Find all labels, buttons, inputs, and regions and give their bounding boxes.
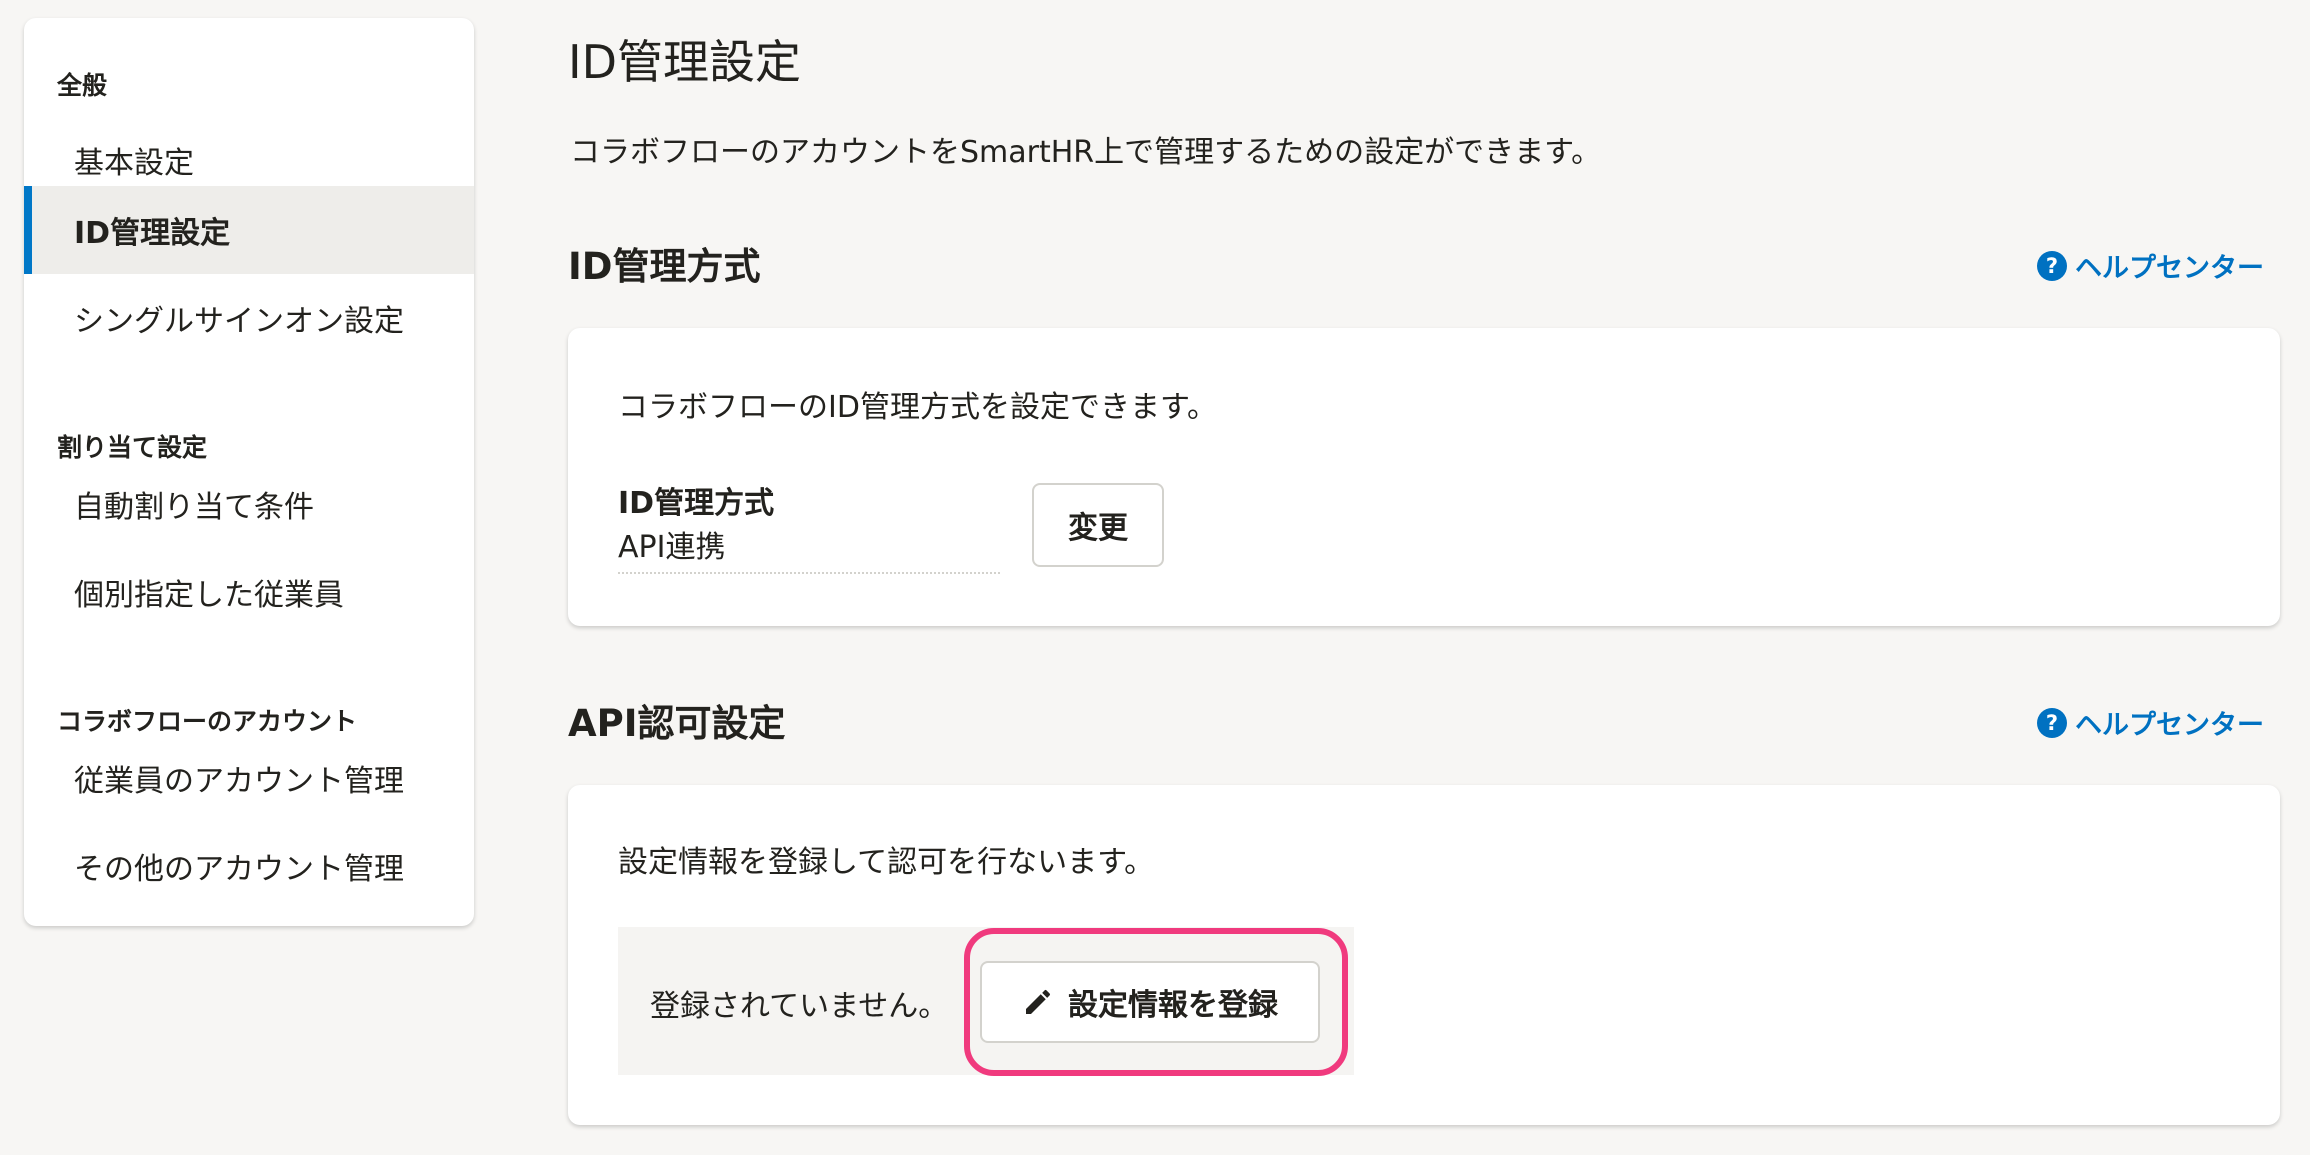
sidebar-group-accounts: コラボフローのアカウント [57,707,358,736]
registration-status-box: 登録されていません。 設定情報を登録 [618,927,1354,1075]
help-center-link[interactable]: ? ヘルプセンター [2037,703,2264,742]
question-circle-icon: ? [2037,250,2067,281]
sidebar-group-assignment: 割り当て設定 [57,433,208,462]
sidebar-group-general: 全般 [57,71,108,100]
change-button[interactable]: 変更 [1032,483,1164,567]
card-description: 設定情報を登録して認可を行ないます。 [618,845,1155,880]
sidebar-item-specified-employees[interactable]: 個別指定した従業員 [24,548,474,636]
id-management-card: コラボフローのID管理方式を設定できます。 ID管理方式 API連携 変更 [568,328,2280,626]
card-description: コラボフローのID管理方式を設定できます。 [618,390,1217,425]
sidebar-item-id-management[interactable]: ID管理設定 [24,186,474,274]
register-settings-label: 設定情報を登録 [1068,988,1278,1023]
sidebar: 全般 基本設定 ID管理設定 シングルサインオン設定 割り当て設定 自動割り当て… [24,18,474,926]
help-center-label: ヘルプセンター [2075,710,2264,741]
section-title-api-authorization: API認可設定 [568,702,786,745]
sidebar-item-employee-accounts[interactable]: 従業員のアカウント管理 [24,734,474,822]
registration-status-text: 登録されていません。 [650,989,949,1024]
field-value-id-method: API連携 [618,522,1000,574]
sidebar-item-other-accounts[interactable]: その他のアカウント管理 [24,822,474,910]
register-settings-button[interactable]: 設定情報を登録 [980,961,1320,1043]
page-description: コラボフローのアカウントをSmartHR上で管理するための設定ができます。 [570,135,1602,170]
section-title-id-management-method: ID管理方式 [568,245,761,288]
sidebar-item-sso-settings[interactable]: シングルサインオン設定 [24,274,474,362]
field-label-id-method: ID管理方式 [618,486,775,521]
question-circle-icon: ? [2037,707,2067,738]
main-content: ID管理設定 コラボフローのアカウントをSmartHR上で管理するための設定がで… [568,0,2282,1155]
api-authorization-card: 設定情報を登録して認可を行ないます。 登録されていません。 設定情報を登録 [568,785,2280,1125]
page-title: ID管理設定 [568,35,801,89]
pencil-icon [1026,989,1051,1014]
sidebar-item-auto-assign[interactable]: 自動割り当て条件 [24,460,474,548]
help-center-label: ヘルプセンター [2075,253,2264,284]
help-center-link[interactable]: ? ヘルプセンター [2037,246,2264,285]
